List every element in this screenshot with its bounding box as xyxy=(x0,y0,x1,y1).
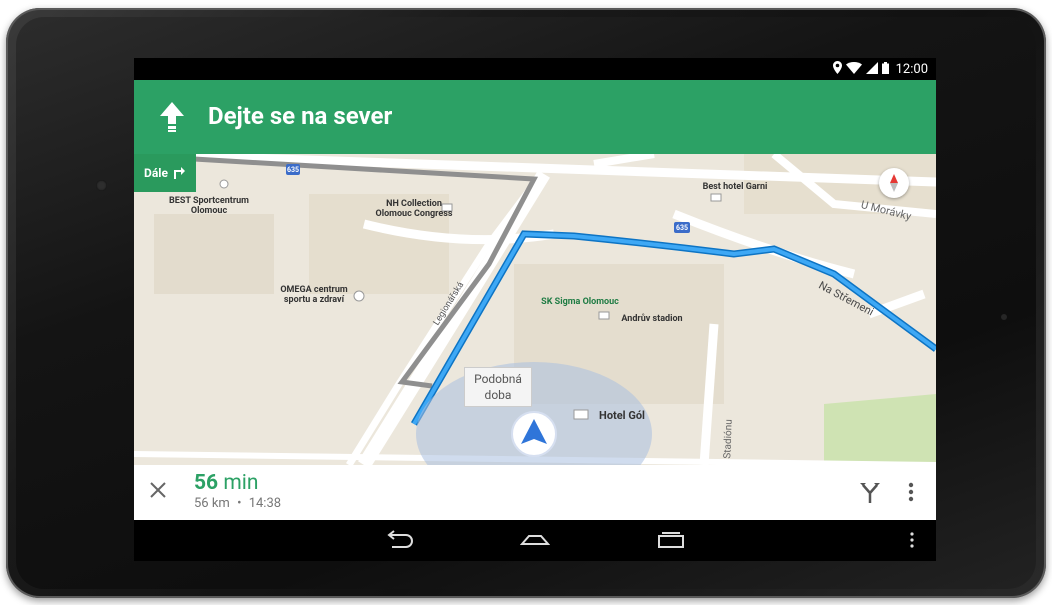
poi-best-sportcentrum[interactable]: BEST Sportcentrum Olomouc xyxy=(154,196,264,216)
street-stadionu: Stadiónu xyxy=(722,419,735,459)
compass-icon xyxy=(890,174,898,192)
instruction-text: Dejte se na sever xyxy=(208,102,393,130)
map-view[interactable]: 635 635 BEST Sportcentrum Olomouc NH Col… xyxy=(134,154,936,465)
close-navigation-button[interactable] xyxy=(146,479,170,503)
compass-button[interactable] xyxy=(879,168,909,198)
duration-unit: min xyxy=(223,471,259,495)
system-navigation-bar xyxy=(134,520,936,561)
navigation-header[interactable]: Dejte se na sever xyxy=(134,80,936,154)
shield-635-a: 635 xyxy=(286,166,300,174)
signal-icon xyxy=(865,61,878,78)
poi-andruv-stadion[interactable]: Andrův stadion xyxy=(612,314,692,324)
distance: 56 km xyxy=(194,496,230,511)
eta-block[interactable]: 56 min 56 km • 14:38 xyxy=(194,471,281,511)
duration: 56 min xyxy=(194,471,281,495)
separator: • xyxy=(237,496,242,511)
back-icon[interactable] xyxy=(384,528,414,556)
more-options-button[interactable] xyxy=(904,479,918,505)
route-overview-button[interactable] xyxy=(857,479,883,505)
duration-value: 56 xyxy=(194,471,219,495)
poi-best-hotel-garni[interactable]: Best hotel Garni xyxy=(690,182,780,192)
shield-635-b: 635 xyxy=(675,224,689,232)
menu-icon[interactable] xyxy=(909,528,915,556)
screen: 12:00 Dejte se na sever 635 635 BEST Spo… xyxy=(134,58,936,561)
light-sensor xyxy=(1001,314,1007,320)
arrival-time: 14:38 xyxy=(248,496,282,511)
arrow-up-icon xyxy=(160,102,184,136)
alt-route-tooltip[interactable]: Podobná doba xyxy=(464,367,532,407)
poi-sk-sigma[interactable]: SK Sigma Olomouc xyxy=(530,297,630,307)
more-vert-icon xyxy=(908,482,914,502)
wifi-icon xyxy=(845,61,862,78)
then-label: Dále xyxy=(144,166,168,180)
poi-nh-collection[interactable]: NH Collection Olomouc Congress xyxy=(359,199,469,219)
home-icon[interactable] xyxy=(519,528,551,556)
poi-hotel-gol[interactable]: Hotel Gól xyxy=(592,410,652,421)
fork-route-icon xyxy=(860,483,880,503)
location-icon xyxy=(832,61,842,78)
front-camera xyxy=(96,180,107,191)
poi-omega[interactable]: OMEGA centrum sportu a zdraví xyxy=(269,285,359,305)
trip-details: 56 km • 14:38 xyxy=(194,496,281,511)
battery-icon xyxy=(881,61,889,78)
clock: 12:00 xyxy=(895,62,928,77)
status-bar: 12:00 xyxy=(134,58,936,80)
then-chip[interactable]: Dále xyxy=(134,154,196,192)
trip-summary-card: 56 min 56 km • 14:38 xyxy=(134,465,936,520)
turn-right-icon xyxy=(172,165,186,182)
close-icon xyxy=(150,482,166,498)
recents-icon[interactable] xyxy=(656,528,686,556)
